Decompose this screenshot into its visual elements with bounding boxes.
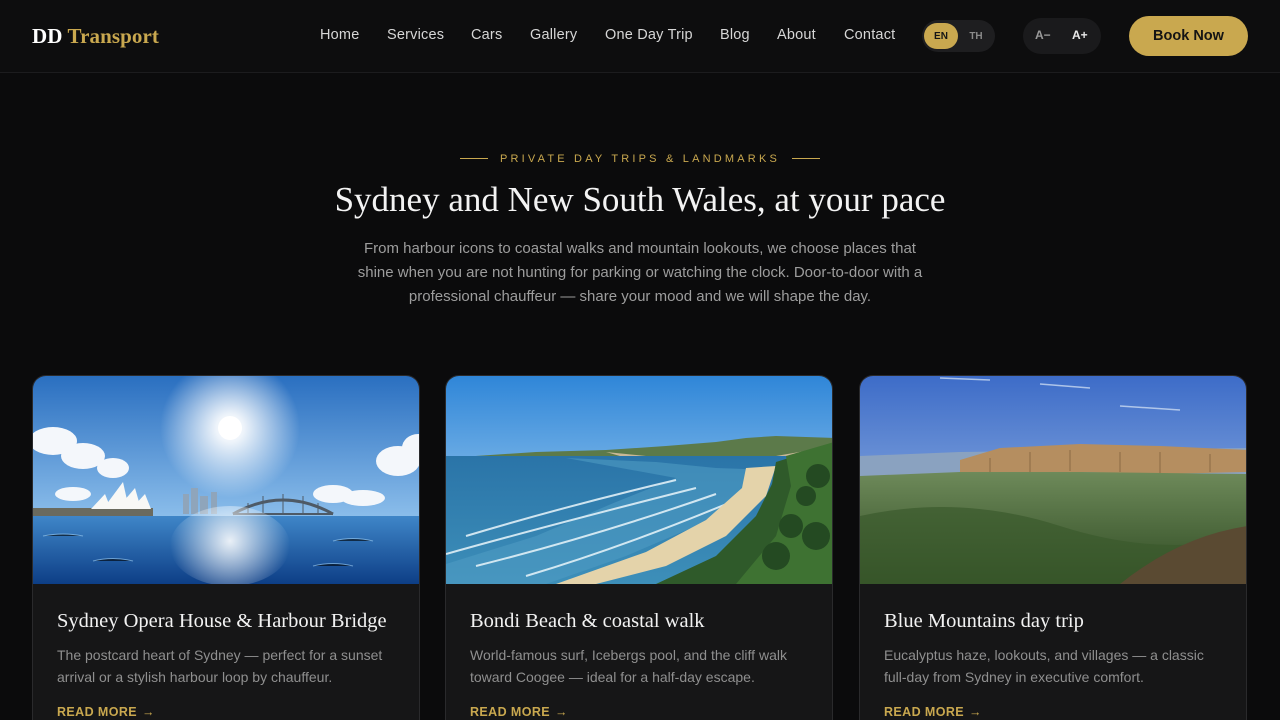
font-size-control: A− A+	[1023, 18, 1101, 54]
card-description: Eucalyptus haze, lookouts, and villages …	[884, 647, 1204, 685]
card-description: World-famous surf, Icebergs pool, and th…	[470, 647, 787, 685]
opera-house-harbour-photo	[33, 376, 419, 584]
nav-blog[interactable]: Blog	[720, 27, 750, 43]
card-title: Blue Mountains day trip	[884, 610, 1084, 632]
lang-en-button[interactable]: EN	[924, 23, 958, 49]
lang-th-button[interactable]: TH	[959, 23, 993, 49]
site-header: DD Transport Home Services Cars Gallery …	[0, 0, 1280, 73]
trip-card-opera-house[interactable]: Sydney Opera House & Harbour Bridge The …	[32, 375, 420, 720]
read-more-label: READ MORE	[470, 705, 550, 719]
card-description: The postcard heart of Sydney — perfect f…	[57, 647, 383, 685]
hero-eyebrow: PRIVATE DAY TRIPS & LANDMARKS	[0, 153, 1280, 165]
trip-card-blue-mountains[interactable]: Blue Mountains day trip Eucalyptus haze,…	[859, 375, 1247, 720]
brand-name-part2: Transport	[67, 24, 160, 48]
read-more-label: READ MORE	[57, 705, 137, 719]
book-now-button[interactable]: Book Now	[1129, 16, 1248, 56]
read-more-link[interactable]: READ MORE →	[884, 705, 982, 719]
blue-mountains-photo	[860, 376, 1246, 584]
trip-card-bondi[interactable]: Bondi Beach & coastal walk World-famous …	[445, 375, 833, 720]
brand-logo[interactable]: DD Transport	[32, 24, 159, 49]
nav-services[interactable]: Services	[387, 27, 444, 43]
hero-subtitle: From harbour icons to coastal walks and …	[357, 240, 923, 305]
read-more-link[interactable]: READ MORE →	[470, 705, 568, 719]
eyebrow-text: PRIVATE DAY TRIPS & LANDMARKS	[499, 153, 781, 165]
nav-contact[interactable]: Contact	[844, 27, 895, 43]
arrow-right-icon: →	[969, 705, 982, 719]
font-increase-button[interactable]: A+	[1072, 28, 1088, 42]
hero-title: Sydney and New South Wales, at your pace	[334, 180, 946, 219]
card-title: Sydney Opera House & Harbour Bridge	[57, 610, 387, 632]
coastal-beach-photo	[446, 376, 832, 584]
nav-gallery[interactable]: Gallery	[530, 27, 577, 43]
card-title: Bondi Beach & coastal walk	[470, 610, 705, 632]
arrow-right-icon: →	[555, 705, 568, 719]
nav-home[interactable]: Home	[320, 27, 359, 43]
brand-name-part1: DD	[32, 24, 63, 48]
language-toggle: EN TH	[922, 20, 995, 52]
read-more-label: READ MORE	[884, 705, 964, 719]
nav-one-day-trip[interactable]: One Day Trip	[605, 27, 693, 43]
eyebrow-line-left	[459, 157, 488, 159]
nav-cars[interactable]: Cars	[471, 27, 502, 43]
font-decrease-button[interactable]: A−	[1035, 28, 1051, 42]
arrow-right-icon: →	[142, 705, 155, 719]
eyebrow-line-right	[792, 157, 821, 159]
nav-about[interactable]: About	[777, 27, 816, 43]
read-more-link[interactable]: READ MORE →	[57, 705, 155, 719]
